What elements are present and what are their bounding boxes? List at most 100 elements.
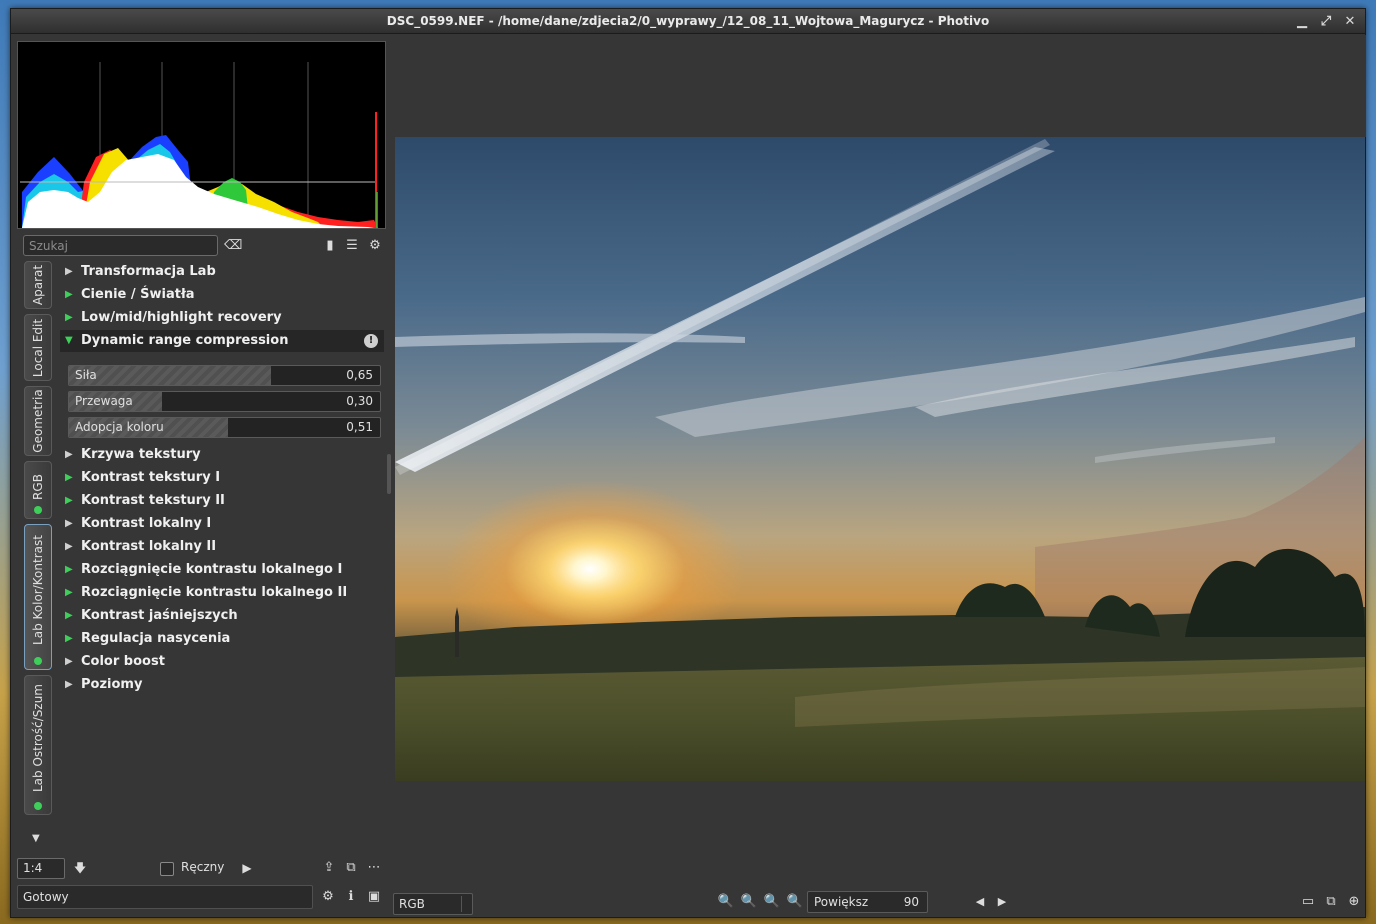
filter-label: Dynamic range compression	[81, 333, 289, 348]
photivo-window: DSC_0599.NEF - /home/dane/zdjecia2/0_wyp…	[10, 8, 1366, 918]
expand-arrow-icon: ▶	[65, 449, 73, 460]
search-input[interactable]	[23, 235, 218, 256]
previous-image-icon[interactable]: ◀	[971, 893, 989, 911]
filter-dynamic-range-compression[interactable]: ▼ Dynamic range compression!	[60, 330, 384, 352]
filter-label: Kontrast lokalny II	[81, 539, 217, 554]
tab-lab-ostrosc-szum[interactable]: Lab Ostrość/Szum	[24, 675, 52, 815]
expand-arrow-icon: ▶	[65, 610, 73, 621]
filter-kontrast-lokalny-1[interactable]: ▶ Kontrast lokalny I	[60, 513, 384, 535]
filter-rozciagniecie-2[interactable]: ▶ Rozciągnięcie kontrastu lokalnego II	[60, 582, 384, 604]
slider-sila[interactable]: Siła 0,65	[68, 365, 381, 386]
close-icon[interactable]: ✕	[1343, 10, 1357, 34]
filter-color-boost[interactable]: ▶ Color boost	[60, 651, 384, 673]
filter-kontrast-tekstury-1[interactable]: ▶ Kontrast tekstury I	[60, 467, 384, 489]
filter-label: Kontrast tekstury I	[81, 470, 221, 485]
filter-label: Low/mid/highlight recovery	[81, 310, 282, 325]
info-icon[interactable]: ℹ	[342, 888, 360, 906]
filter-kontrast-jasniejszych[interactable]: ▶ Kontrast jaśniejszych	[60, 605, 384, 627]
filter-label: Kontrast lokalny I	[81, 516, 212, 531]
settings-icon[interactable]: ⚙	[366, 237, 384, 255]
zoom-label: Powiększ	[814, 895, 869, 909]
zoom-spinbox[interactable]: Powiększ 90	[807, 891, 928, 913]
slider-label: Siła	[75, 368, 97, 382]
tab-label: Lab Ostrość/Szum	[31, 684, 45, 793]
batch-icon[interactable]: ⧉	[342, 859, 360, 877]
slider-adopcja-koloru[interactable]: Adopcja koloru 0,51	[68, 417, 381, 438]
clear-search-icon[interactable]: ⌫	[224, 237, 242, 255]
photo-preview[interactable]	[395, 137, 1365, 781]
slider-value: 0,30	[346, 394, 373, 408]
slider-label: Adopcja koloru	[75, 420, 164, 434]
window-title: DSC_0599.NEF - /home/dane/zdjecia2/0_wyp…	[386, 14, 990, 28]
manual-label: Ręczny	[181, 860, 225, 874]
tab-bar: Aparat Local Edit Geometria RGB Lab Kolo…	[24, 261, 54, 844]
filter-label: Kontrast tekstury II	[81, 493, 225, 508]
filter-poziomy[interactable]: ▶ Poziomy	[60, 674, 384, 696]
tab-rgb[interactable]: RGB	[24, 461, 52, 519]
bookmark-icon[interactable]: ▮	[321, 237, 339, 255]
next-image-icon[interactable]: ▶	[993, 893, 1011, 911]
filter-label: Krzywa tekstury	[81, 447, 201, 462]
tab-lab-kolor-kontrast[interactable]: Lab Kolor/Kontrast	[24, 524, 52, 670]
more-icon[interactable]: ⋯	[365, 859, 383, 877]
filter-label: Color boost	[81, 654, 165, 669]
filter-label: Regulacja nasycenia	[81, 631, 231, 646]
channel-select[interactable]: RGB	[393, 893, 473, 915]
export-icon[interactable]: ⇪	[320, 859, 338, 877]
slider-label: Przewaga	[75, 394, 133, 408]
minimize-icon[interactable]: ▁	[1295, 10, 1309, 34]
filter-label: Rozciągnięcie kontrastu lokalnego II	[81, 585, 348, 600]
title-bar[interactable]: DSC_0599.NEF - /home/dane/zdjecia2/0_wyp…	[11, 9, 1365, 34]
filter-regulacja-nasycenia[interactable]: ▶ Regulacja nasycenia	[60, 628, 384, 650]
slider-fill	[69, 366, 272, 385]
filter-krzywa-tekstury[interactable]: ▶ Krzywa tekstury	[60, 444, 384, 466]
slider-przewaga[interactable]: Przewaga 0,30	[68, 391, 381, 412]
filter-kontrast-tekstury-2[interactable]: ▶ Kontrast tekstury II	[60, 490, 384, 512]
tab-local-edit[interactable]: Local Edit	[24, 314, 52, 381]
expand-arrow-icon: ▶	[65, 495, 73, 506]
collapse-arrow-icon: ▼	[65, 335, 73, 346]
active-dot-icon	[34, 506, 42, 514]
tab-geometria[interactable]: Geometria	[24, 386, 52, 456]
compare-view-icon[interactable]: ⧉	[1322, 893, 1340, 911]
zoom-fit-icon[interactable]: 🔍	[763, 893, 781, 911]
view-toolbar: RGB 🔍 🔍 🔍 🔍 Powiększ 90 ◀ ▶ ▭ ⧉ ⊕	[391, 885, 1366, 915]
filter-rozciagniecie-1[interactable]: ▶ Rozciągnięcie kontrastu lokalnego I	[60, 559, 384, 581]
filter-kontrast-lokalny-2[interactable]: ▶ Kontrast lokalny II	[60, 536, 384, 558]
tab-label: Geometria	[31, 389, 45, 453]
histogram[interactable]	[17, 41, 386, 229]
tab-label: Aparat	[31, 264, 45, 306]
tabs-scroll-down-icon[interactable]: ▼	[32, 833, 40, 844]
zoom-out-icon[interactable]: 🔍	[740, 893, 758, 911]
panel-splitter-handle[interactable]	[387, 454, 391, 494]
single-view-icon[interactable]: ▭	[1299, 893, 1317, 911]
slider-value: 0,51	[346, 420, 373, 434]
run-pipe-icon[interactable]: ▶	[238, 859, 256, 877]
pipe-size-select[interactable]: 1:4	[17, 858, 65, 879]
fullscreen-icon[interactable]: ▣	[365, 888, 383, 906]
zoom-100-icon[interactable]: 🔍	[786, 893, 804, 911]
fullscreen-view-icon[interactable]: ⊕	[1345, 893, 1363, 911]
maximize-icon[interactable]: ⤢	[1319, 10, 1333, 34]
run-down-icon[interactable]: 🡇	[71, 859, 89, 877]
pipe-controls: 1:4 🡇 Ręczny ▶ ⇪ ⧉ ⋯	[17, 857, 387, 881]
active-dot-icon	[34, 802, 42, 810]
filter-label: Cienie / Światła	[81, 287, 195, 302]
filter-label: Poziomy	[81, 677, 143, 692]
settings-icon[interactable]: ⚙	[319, 888, 337, 906]
info-icon[interactable]: !	[364, 334, 378, 348]
filter-label: Kontrast jaśniejszych	[81, 608, 238, 623]
active-dot-icon	[34, 657, 42, 665]
filter-cienie-swiatla[interactable]: ▶ Cienie / Światła	[60, 284, 384, 306]
window-controls: ▁ ⤢ ✕	[1295, 9, 1357, 34]
filter-low-mid-highlight[interactable]: ▶ Low/mid/highlight recovery	[60, 307, 384, 329]
expand-arrow-icon: ▶	[65, 472, 73, 483]
manual-checkbox[interactable]	[160, 862, 174, 876]
slider-value: 0,65	[346, 368, 373, 382]
expand-arrow-icon: ▶	[65, 587, 73, 598]
tab-aparat[interactable]: Aparat	[24, 261, 52, 309]
zoom-in-icon[interactable]: 🔍	[717, 893, 735, 911]
filter-search-row: ⌫ ▮ ☰ ⚙	[23, 235, 387, 257]
filter-transformacja-lab[interactable]: ▶ Transformacja Lab	[60, 261, 384, 283]
menu-icon[interactable]: ☰	[343, 237, 361, 255]
